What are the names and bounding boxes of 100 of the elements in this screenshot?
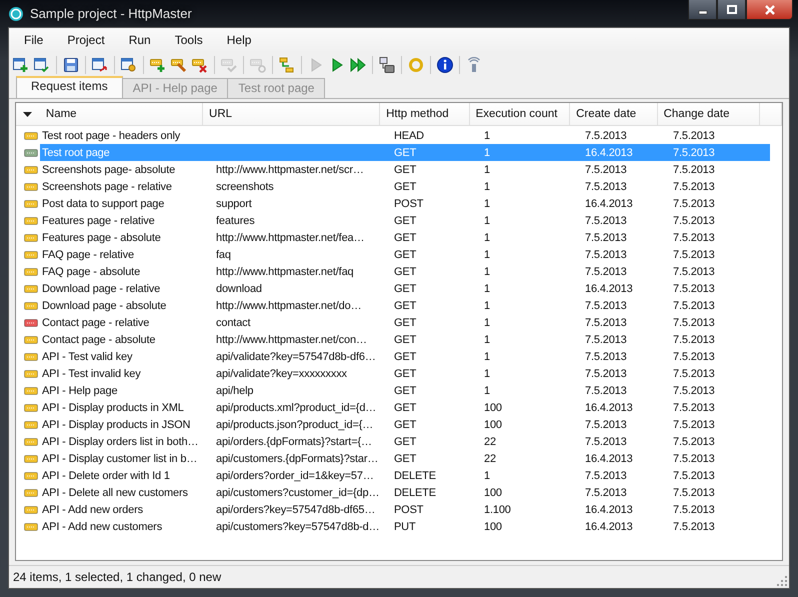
maximize-icon xyxy=(726,4,736,14)
table-cell: 100 xyxy=(484,520,502,532)
table-cell: 100 xyxy=(484,418,502,430)
table-cell: 100 xyxy=(484,402,502,414)
column-header[interactable]: Execution count xyxy=(470,103,570,125)
table-cell: Features page - absolute xyxy=(42,232,161,244)
window-title: Sample project - HttpMaster xyxy=(30,6,192,21)
column-header[interactable]: Http method xyxy=(380,103,470,125)
request-icon xyxy=(24,352,38,360)
window-arrow-icon[interactable] xyxy=(91,56,109,74)
table-cell: 7.5.2013 xyxy=(673,300,715,312)
table-cell: 7.5.2013 xyxy=(673,368,715,380)
table-cell: GET xyxy=(394,384,416,396)
table-cell: Contact page - relative xyxy=(42,316,150,328)
table-cell: 1 xyxy=(484,266,490,278)
table-cell: api/help xyxy=(216,384,254,396)
table-cell: GET xyxy=(394,436,416,448)
table-cell: 16.4.2013 xyxy=(585,146,633,158)
table-cell: GET xyxy=(394,368,416,380)
table-cell: FAQ page - absolute xyxy=(42,266,140,278)
table-cell: Download page - relative xyxy=(42,282,160,294)
close-button[interactable] xyxy=(746,0,793,20)
table-cell: http://www.httpmaster.net/scr… xyxy=(216,164,364,176)
window-add-icon[interactable] xyxy=(12,56,30,74)
menu-item[interactable]: Tools xyxy=(158,31,211,49)
table-cell: 1 xyxy=(484,350,490,362)
table-cell: GET xyxy=(394,214,416,226)
table-cell: 22 xyxy=(484,452,496,464)
resize-grip-icon[interactable] xyxy=(777,576,787,586)
request-icon xyxy=(24,472,38,480)
table-cell: 7.5.2013 xyxy=(585,316,627,328)
table-cell: 7.5.2013 xyxy=(673,214,715,226)
request-icon xyxy=(24,268,38,276)
table-cell: 7.5.2013 xyxy=(673,146,715,158)
table-cell: API - Add new orders xyxy=(42,504,143,516)
hierarchy-icon[interactable] xyxy=(278,56,296,74)
table-cell: 7.5.2013 xyxy=(673,282,715,294)
table-cell: 16.4.2013 xyxy=(585,282,633,294)
table-cell: 7.5.2013 xyxy=(585,350,627,362)
table-cell: Screenshots page - relative xyxy=(42,180,172,192)
table-cell: 1 xyxy=(484,316,490,328)
maximize-button[interactable] xyxy=(717,0,746,20)
table-cell: 16.4.2013 xyxy=(585,198,633,210)
table-cell: Features page - relative xyxy=(42,214,155,226)
window-check-icon[interactable] xyxy=(33,56,51,74)
table-cell: Test root page xyxy=(42,146,110,158)
antenna-icon[interactable] xyxy=(465,56,483,74)
info-icon[interactable] xyxy=(436,56,454,74)
table-cell: API - Test invalid key xyxy=(42,368,141,380)
table-cell: 16.4.2013 xyxy=(585,452,633,464)
table-cell: 7.5.2013 xyxy=(673,384,715,396)
table-cell: 7.5.2013 xyxy=(673,180,715,192)
table-cell: 7.5.2013 xyxy=(673,486,715,498)
request-icon xyxy=(24,132,38,140)
save-icon[interactable] xyxy=(62,56,80,74)
menu-item[interactable]: Project xyxy=(51,31,113,49)
table-cell: contact xyxy=(216,316,250,328)
table-cell: 7.5.2013 xyxy=(585,180,627,192)
request-icon xyxy=(24,302,38,310)
menu-item[interactable]: Run xyxy=(112,31,159,49)
request-icon xyxy=(24,336,38,344)
request-icon xyxy=(24,318,38,326)
table-cell: api/orders?order_id=1&key=57… xyxy=(216,470,374,482)
table-cell: 7.5.2013 xyxy=(673,418,715,430)
table-cell: 7.5.2013 xyxy=(585,470,627,482)
table-cell: POST xyxy=(394,198,424,210)
table-cell: Test root page - headers only xyxy=(42,130,180,142)
table-cell: 1 xyxy=(484,130,490,142)
table-cell: 7.5.2013 xyxy=(673,436,715,448)
column-header[interactable]: Name xyxy=(38,103,204,125)
sort-arrow-icon[interactable] xyxy=(23,112,32,116)
tab[interactable]: Request items xyxy=(16,76,123,98)
table-cell: POST xyxy=(394,504,424,516)
table-cell: 7.5.2013 xyxy=(585,368,627,380)
table-cell: 7.5.2013 xyxy=(673,402,715,414)
table-cell: API - Display products in XML xyxy=(42,402,184,414)
table-cell: GET xyxy=(394,180,416,192)
column-header[interactable]: Create date xyxy=(570,103,658,125)
table-cell: 7.5.2013 xyxy=(673,130,715,142)
menu-item[interactable]: File xyxy=(9,31,52,49)
table-cell: 7.5.2013 xyxy=(673,316,715,328)
computer-icon[interactable] xyxy=(378,56,396,74)
table-cell: 22 xyxy=(484,436,496,448)
table-cell: 1 xyxy=(484,470,490,482)
table-cell: API - Test valid key xyxy=(42,350,132,362)
table-cell: 16.4.2013 xyxy=(585,402,633,414)
request-icon xyxy=(24,370,38,378)
table-cell: 7.5.2013 xyxy=(585,300,627,312)
minimize-button[interactable] xyxy=(688,0,717,20)
request-icon xyxy=(24,386,38,394)
table-cell: 7.5.2013 xyxy=(585,486,627,498)
table-cell: 7.5.2013 xyxy=(585,384,627,396)
column-header[interactable]: Change date xyxy=(658,103,760,125)
table-cell: GET xyxy=(394,164,416,176)
menu-item[interactable]: Help xyxy=(210,31,260,49)
fast-forward-icon[interactable] xyxy=(349,56,367,74)
table-cell: http://www.httpmaster.net/faq xyxy=(216,266,354,278)
column-header[interactable]: URL xyxy=(203,103,380,125)
table-cell: 7.5.2013 xyxy=(673,164,715,176)
table-cell: 7.5.2013 xyxy=(673,232,715,244)
